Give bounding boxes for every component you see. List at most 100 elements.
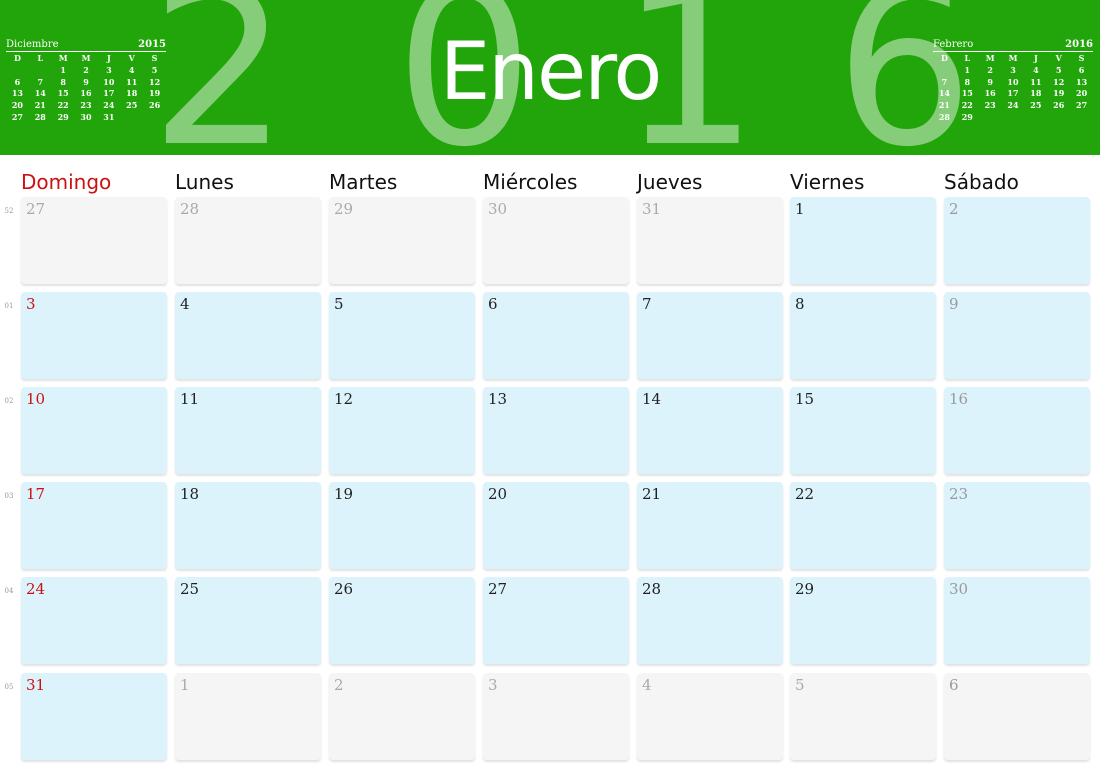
mini-day: 12 xyxy=(1053,76,1065,87)
mini-weekday-letter: D xyxy=(13,53,21,63)
day-cell[interactable]: 2 xyxy=(329,673,475,760)
weekday-label: Jueves xyxy=(637,170,703,194)
day-cell[interactable]: 2 xyxy=(944,197,1090,284)
mini-weekday-letter: L xyxy=(37,53,44,63)
day-cell[interactable]: 10 xyxy=(21,387,167,474)
day-cell[interactable]: 1 xyxy=(175,673,321,760)
day-cell[interactable]: 14 xyxy=(637,387,783,474)
day-cell[interactable]: 28 xyxy=(175,197,321,284)
day-number: 20 xyxy=(488,485,508,503)
mini-calendar-header: Febrero 2016 xyxy=(933,39,1093,52)
day-cell[interactable]: 12 xyxy=(329,387,475,474)
day-cell[interactable]: 30 xyxy=(483,197,629,284)
day-number: 21 xyxy=(642,485,662,503)
mini-calendar-header: Diciembre 2015 xyxy=(6,39,166,52)
day-number: 15 xyxy=(795,390,815,408)
day-cell[interactable]: 22 xyxy=(790,482,936,569)
day-cell[interactable]: 31 xyxy=(21,673,167,760)
day-number: 14 xyxy=(642,390,662,408)
day-number: 23 xyxy=(949,485,969,503)
day-number: 24 xyxy=(26,580,46,598)
day-cell[interactable]: 7 xyxy=(637,292,783,379)
day-cell[interactable]: 4 xyxy=(175,292,321,379)
week-number: 01 xyxy=(4,302,14,310)
day-cell[interactable]: 26 xyxy=(329,577,475,664)
day-cell[interactable]: 27 xyxy=(21,197,167,284)
mini-weekday-letter: M xyxy=(58,53,68,63)
mini-day: 23 xyxy=(984,100,996,111)
day-cell[interactable]: 30 xyxy=(944,577,1090,664)
mini-calendar-previous-month: Diciembre 2015 D L M M J V S 1 2 3 4 5 6 7 8 9 10 11 12 13 1… xyxy=(6,39,166,124)
mini-day: 31 xyxy=(103,111,115,122)
weekday-label: Miércoles xyxy=(483,170,578,194)
day-cell[interactable]: 21 xyxy=(637,482,783,569)
mini-day: 18 xyxy=(126,88,138,99)
mini-day: 2 xyxy=(987,64,993,75)
day-cell[interactable]: 20 xyxy=(483,482,629,569)
mini-day: 1 xyxy=(964,64,971,75)
day-cell[interactable]: 8 xyxy=(790,292,936,379)
mini-day xyxy=(1047,112,1070,124)
day-cell[interactable]: 29 xyxy=(329,197,475,284)
mini-day: 21 xyxy=(34,100,46,111)
mini-day: 2 xyxy=(83,64,89,75)
day-cell[interactable]: 31 xyxy=(637,197,783,284)
day-cell[interactable]: 6 xyxy=(483,292,629,379)
mini-day: 7 xyxy=(37,76,44,87)
day-number: 31 xyxy=(642,200,662,218)
day-cell[interactable]: 4 xyxy=(637,673,783,760)
mini-weekday-letter: M xyxy=(985,53,995,63)
mini-day: 27 xyxy=(11,111,23,122)
day-cell[interactable]: 11 xyxy=(175,387,321,474)
day-cell[interactable]: 15 xyxy=(790,387,936,474)
mini-day: 21 xyxy=(938,100,950,111)
mini-day xyxy=(1070,112,1093,124)
day-cell[interactable]: 9 xyxy=(944,292,1090,379)
day-cell[interactable]: 3 xyxy=(21,292,167,379)
mini-day: 14 xyxy=(34,88,46,99)
mini-day: 19 xyxy=(1053,88,1065,99)
mini-day: 22 xyxy=(57,100,69,111)
day-cell[interactable]: 29 xyxy=(790,577,936,664)
day-number: 4 xyxy=(180,295,190,313)
day-cell[interactable]: 3 xyxy=(483,673,629,760)
day-number: 19 xyxy=(334,485,354,503)
day-cell[interactable]: 25 xyxy=(175,577,321,664)
day-cell[interactable]: 13 xyxy=(483,387,629,474)
day-number: 3 xyxy=(26,295,36,313)
mini-day: 19 xyxy=(149,88,161,99)
day-cell[interactable]: 17 xyxy=(21,482,167,569)
mini-day: 13 xyxy=(11,88,23,99)
mini-day: 17 xyxy=(1007,88,1019,99)
mini-day: 27 xyxy=(1076,100,1088,111)
day-cell[interactable]: 5 xyxy=(329,292,475,379)
day-cell[interactable]: 5 xyxy=(790,673,936,760)
day-number: 11 xyxy=(180,390,200,408)
day-number: 28 xyxy=(642,580,662,598)
mini-day: 29 xyxy=(961,111,973,122)
mini-day: 15 xyxy=(57,88,69,99)
mini-day: 10 xyxy=(103,76,115,87)
day-cell[interactable]: 18 xyxy=(175,482,321,569)
day-cell[interactable]: 16 xyxy=(944,387,1090,474)
day-cell[interactable]: 6 xyxy=(944,673,1090,760)
day-cell[interactable]: 28 xyxy=(637,577,783,664)
day-cell[interactable]: 19 xyxy=(329,482,475,569)
mini-day: 13 xyxy=(1076,76,1088,87)
mini-day: 8 xyxy=(964,76,971,87)
weekday-label: Viernes xyxy=(790,170,865,194)
day-number: 10 xyxy=(26,390,46,408)
mini-day: 24 xyxy=(103,100,115,111)
day-number: 4 xyxy=(642,676,652,694)
mini-day: 5 xyxy=(1055,64,1062,75)
mini-weekday-letter: S xyxy=(151,53,158,63)
day-number: 3 xyxy=(488,676,498,694)
day-number: 31 xyxy=(26,676,46,694)
day-cell[interactable]: 24 xyxy=(21,577,167,664)
mini-day: 23 xyxy=(80,100,92,111)
mini-weekday-letter: V xyxy=(1055,53,1062,63)
mini-weekday-letter: V xyxy=(128,53,135,63)
day-cell[interactable]: 27 xyxy=(483,577,629,664)
day-cell[interactable]: 23 xyxy=(944,482,1090,569)
day-cell[interactable]: 1 xyxy=(790,197,936,284)
